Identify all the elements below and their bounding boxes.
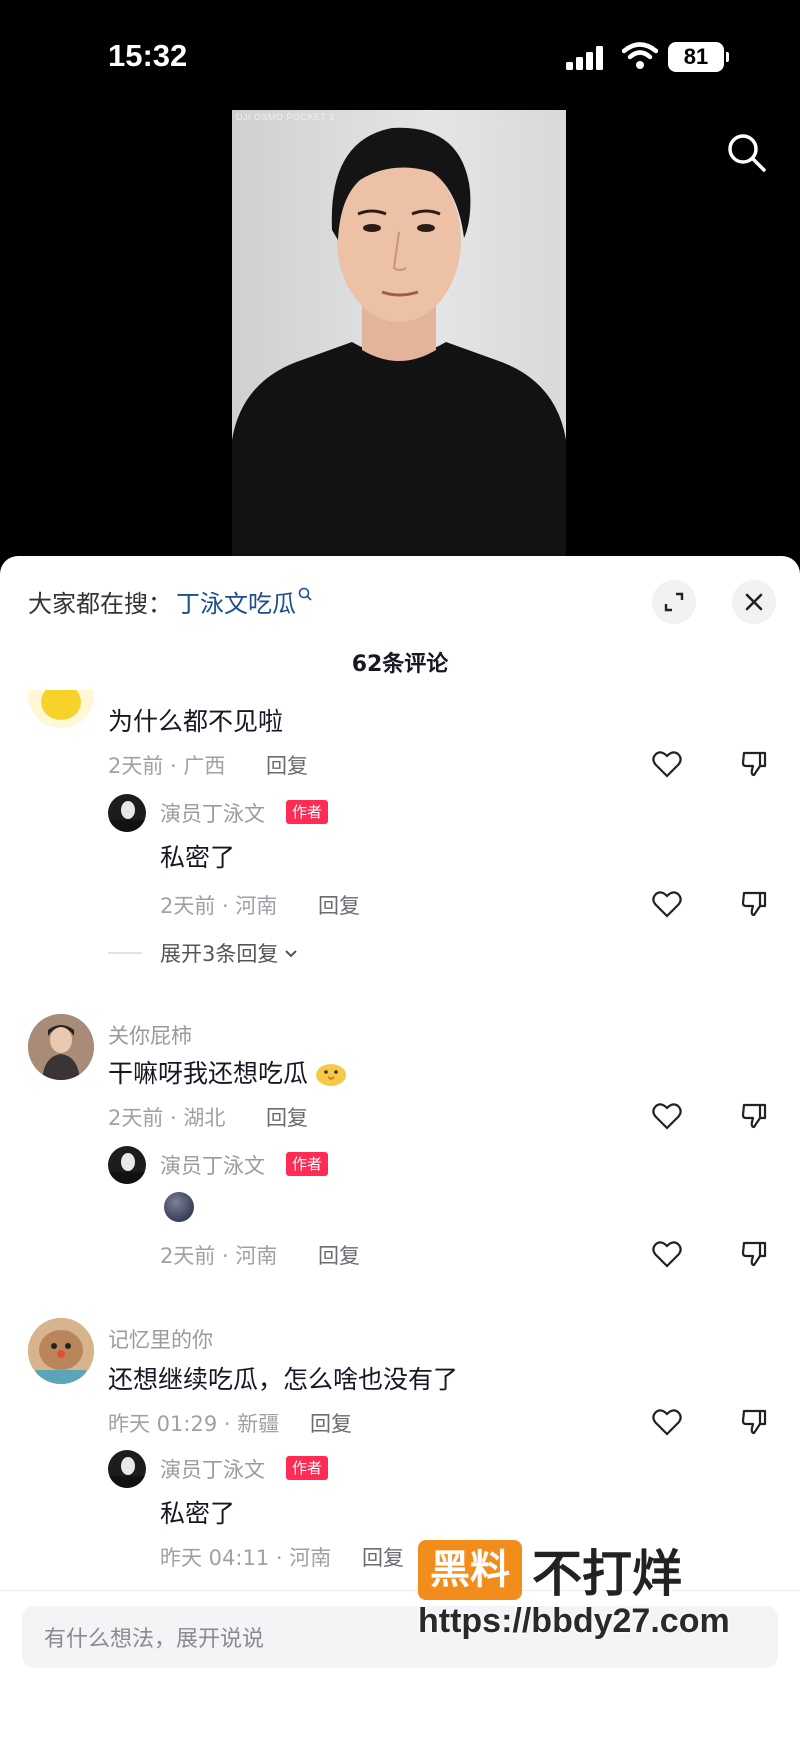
comment-text-row: 干嘛呀我还想吃瓜: [108, 1054, 348, 1090]
author-username[interactable]: 演员丁泳文: [160, 1454, 265, 1484]
reply-meta: 2天前 · 河南: [160, 1244, 278, 1268]
avatar[interactable]: [28, 690, 94, 728]
comment-username[interactable]: 记忆里的你: [108, 1324, 213, 1354]
sticker-emoji-icon: [164, 1192, 194, 1222]
dislike-icon[interactable]: [740, 750, 768, 778]
site-watermark-logo: 黑料 不打烊: [418, 1534, 682, 1606]
reply-button[interactable]: 回复: [266, 1102, 308, 1132]
close-icon: [745, 593, 763, 611]
dislike-icon[interactable]: [740, 890, 768, 918]
comment-input-placeholder: 有什么想法，展开说说: [44, 1627, 265, 1652]
search-suggestion-keyword[interactable]: 丁泳文吃瓜: [176, 584, 296, 619]
chick-emoji-icon: [316, 1064, 347, 1086]
reply-button[interactable]: 回复: [362, 1542, 404, 1572]
like-heart-icon[interactable]: [652, 750, 682, 778]
video-player[interactable]: DJI OSMO POCKET 3: [232, 110, 566, 556]
avatar[interactable]: [28, 1014, 94, 1080]
reply-button[interactable]: 回复: [310, 1408, 352, 1438]
expand-icon: [664, 592, 684, 612]
reply-meta: 昨天 04:11 · 河南: [160, 1546, 332, 1570]
comment-text: 干嘛呀我还想吃瓜: [108, 1059, 309, 1088]
expand-divider: [108, 952, 142, 954]
site-watermark-title: 不打烊: [532, 1545, 682, 1603]
dislike-icon[interactable]: [740, 1102, 768, 1130]
signal-icon: [566, 46, 603, 70]
author-badge: 作者: [286, 1456, 329, 1480]
like-heart-icon[interactable]: [652, 1408, 682, 1436]
author-username[interactable]: 演员丁泳文: [160, 1150, 265, 1180]
reply-text: 私密了: [160, 843, 236, 872]
avatar[interactable]: [28, 1318, 94, 1384]
comment-list: 为什么都不见啦 2天前 · 广西 回复 演员丁泳文 作者 私密了 2天前 · 河…: [0, 690, 800, 1590]
reply-button[interactable]: 回复: [266, 750, 308, 780]
site-watermark-badge: 黑料: [418, 1540, 522, 1600]
battery-level: 81: [683, 44, 709, 69]
dislike-icon[interactable]: [740, 1240, 768, 1268]
close-panel-button[interactable]: [732, 580, 776, 624]
wifi-icon: [622, 42, 658, 69]
reply-text: 私密了: [160, 1499, 236, 1528]
like-heart-icon[interactable]: [652, 1240, 682, 1268]
comment-username[interactable]: 关你屁柿: [108, 1020, 192, 1050]
comment-meta: 昨天 01:29 · 新疆: [108, 1412, 280, 1436]
status-time: 15:32: [108, 38, 188, 73]
author-username[interactable]: 演员丁泳文: [160, 798, 265, 828]
author-avatar[interactable]: [108, 1146, 146, 1184]
like-heart-icon[interactable]: [652, 890, 682, 918]
dislike-icon[interactable]: [740, 1408, 768, 1436]
expand-replies-button[interactable]: 展开3条回复: [160, 938, 300, 968]
video-watermark: DJI OSMO POCKET 3: [236, 112, 335, 122]
author-avatar[interactable]: [108, 794, 146, 832]
chevron-down-icon: [285, 950, 298, 958]
author-badge: 作者: [286, 1152, 329, 1176]
reply-button[interactable]: 回复: [318, 890, 360, 920]
search-mini-icon: [298, 586, 312, 605]
comment-meta: 2天前 · 湖北: [108, 1106, 226, 1130]
reply-button[interactable]: 回复: [318, 1240, 360, 1270]
reply-meta: 2天前 · 河南: [160, 894, 278, 918]
search-suggestion-prefix: 大家都在搜：: [28, 590, 172, 618]
comment-text: 还想继续吃瓜，怎么啥也没有了: [108, 1365, 459, 1394]
expand-panel-button[interactable]: [652, 580, 696, 624]
comment-text: 为什么都不见啦: [108, 707, 284, 736]
expand-replies-label: 展开3条回复: [160, 942, 279, 966]
site-watermark-url: https://bbdy27.com: [418, 1602, 730, 1640]
search-icon[interactable]: [726, 132, 768, 174]
like-heart-icon[interactable]: [652, 1102, 682, 1130]
search-suggestion[interactable]: 大家都在搜： 丁泳文吃瓜: [28, 584, 312, 619]
video-person-illustration: [232, 127, 566, 556]
comment-meta: 2天前 · 广西: [108, 754, 226, 778]
comment-count: 62条评论: [351, 652, 449, 677]
author-badge: 作者: [286, 800, 329, 824]
author-avatar[interactable]: [108, 1450, 146, 1488]
battery-indicator: 81: [668, 42, 729, 72]
status-bar: 15:32 81: [0, 0, 800, 110]
